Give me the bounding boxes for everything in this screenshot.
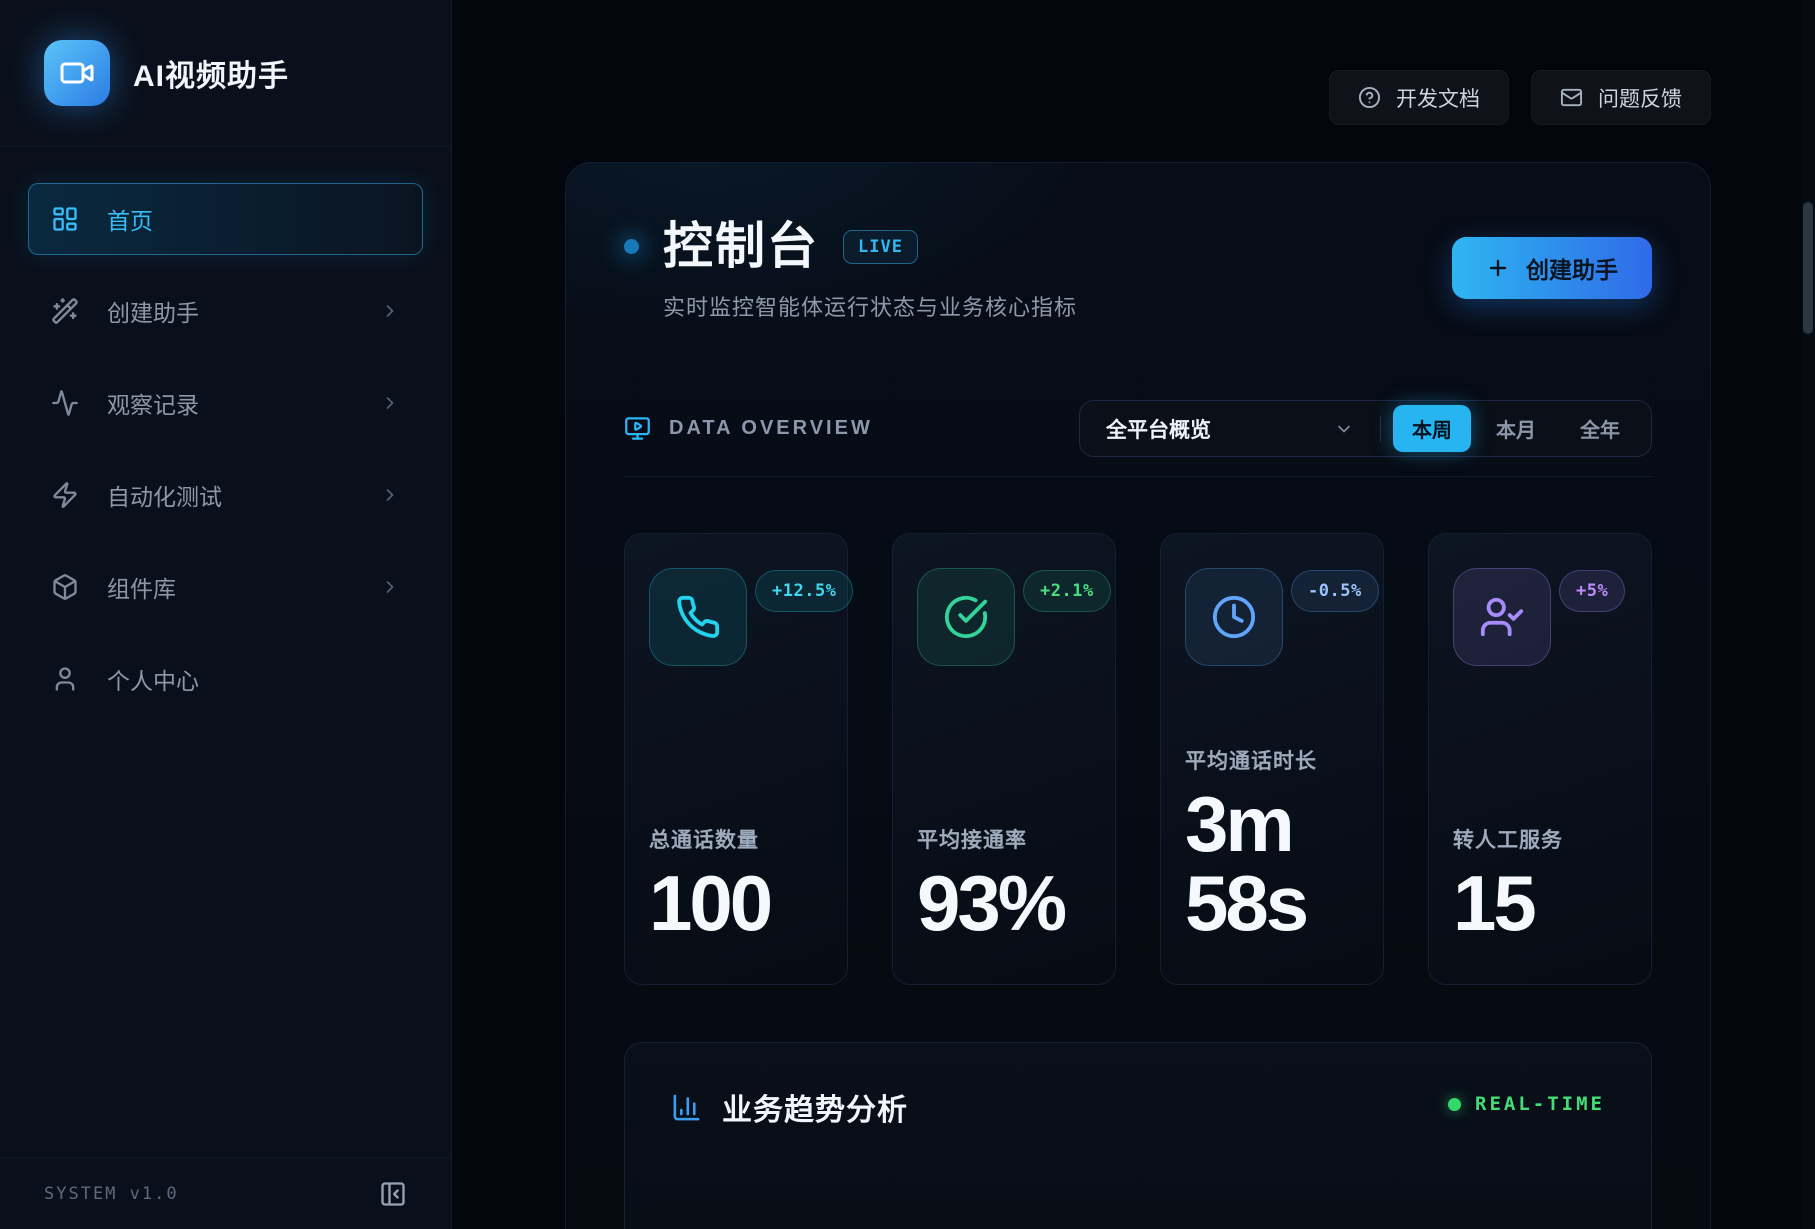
sidebar-item-create-assistant[interactable]: 创建助手: [28, 275, 423, 347]
stat-value: 93%: [917, 864, 1091, 944]
range-tabs: 本周 本月 全年: [1381, 405, 1651, 452]
monitor-play-icon: [624, 415, 651, 442]
topbar: 开发文档 问题反馈: [1329, 70, 1711, 125]
tab-this-week[interactable]: 本周: [1393, 405, 1471, 452]
sidebar-item-label: 首页: [107, 202, 153, 236]
clock-icon: [1185, 568, 1283, 666]
stat-label: 平均接通率: [917, 824, 1091, 854]
platform-filter-select[interactable]: 全平台概览: [1080, 414, 1380, 444]
user-check-icon: [1453, 568, 1551, 666]
chevron-right-icon: [380, 577, 400, 597]
sidebar-item-label: 组件库: [107, 570, 176, 604]
green-status-dot: [1448, 1098, 1461, 1111]
page-title: 控制台: [663, 219, 819, 274]
phone-icon: [649, 568, 747, 666]
sidebar-footer: SYSTEM v1.0: [0, 1157, 451, 1229]
plus-icon: [1486, 256, 1510, 280]
realtime-label: REAL-TIME: [1475, 1093, 1605, 1115]
stat-label: 转人工服务: [1453, 824, 1627, 854]
sidebar-nav: 首页 创建助手 观察记录 自动化测试: [0, 147, 451, 715]
sidebar: AI视频助手 首页 创建助手 观察记录: [0, 0, 452, 1229]
bar-chart-icon: [671, 1092, 702, 1123]
stat-value: 100: [649, 864, 823, 944]
tab-this-year[interactable]: 全年: [1561, 405, 1639, 452]
sidebar-item-label: 创建助手: [107, 294, 199, 328]
panel-collapse-icon: [379, 1180, 407, 1208]
trend-panel: 业务趋势分析 REAL-TIME: [624, 1042, 1652, 1229]
delta-badge: -0.5%: [1291, 570, 1379, 612]
console-header: 控制台 LIVE 实时监控智能体运行状态与业务核心指标 创建助手: [566, 163, 1710, 322]
stat-card-avg-duration: -0.5% 平均通话时长 3m58s: [1160, 533, 1384, 985]
tab-this-month[interactable]: 本月: [1477, 405, 1555, 452]
scrollbar-thumb[interactable]: [1803, 202, 1813, 334]
app-logo: [44, 40, 110, 106]
chevron-right-icon: [380, 485, 400, 505]
user-icon: [51, 665, 79, 693]
stat-label: 平均通话时长: [1185, 745, 1359, 775]
feedback-button[interactable]: 问题反馈: [1531, 70, 1711, 125]
delta-badge: +12.5%: [755, 570, 853, 612]
dev-docs-button[interactable]: 开发文档: [1329, 70, 1509, 125]
dev-docs-label: 开发文档: [1396, 83, 1480, 113]
app-title: AI视频助手: [133, 51, 289, 95]
sidebar-item-label: 个人中心: [107, 662, 199, 696]
wand-icon: [51, 297, 79, 325]
sidebar-item-personal-center[interactable]: 个人中心: [28, 643, 423, 715]
live-badge: LIVE: [843, 230, 918, 264]
check-circle-icon: [917, 568, 1015, 666]
sidebar-collapse-button[interactable]: [379, 1180, 407, 1208]
stat-card-total-calls: +12.5% 总通话数量 100: [624, 533, 848, 985]
dashboard-icon: [51, 205, 79, 233]
mail-icon: [1560, 86, 1583, 109]
stat-value: 15: [1453, 864, 1627, 944]
delta-badge: +2.1%: [1023, 570, 1111, 612]
stats-row: +12.5% 总通话数量 100 +2.1% 平均接通率 93% -0.5% 平…: [624, 533, 1652, 985]
realtime-status: REAL-TIME: [1448, 1093, 1605, 1115]
stat-card-human-transfer: +5% 转人工服务 15: [1428, 533, 1652, 985]
overview-controls: 全平台概览 本周 本月 全年: [1079, 400, 1652, 457]
data-overview-row: DATA OVERVIEW 全平台概览 本周 本月 全年: [624, 400, 1652, 457]
video-camera-icon: [59, 55, 95, 91]
stat-value: 3m58s: [1185, 785, 1359, 944]
sidebar-item-home[interactable]: 首页: [28, 183, 423, 255]
chevron-down-icon: [1334, 419, 1354, 439]
divider: [624, 476, 1652, 477]
page-subtitle: 实时监控智能体运行状态与业务核心指标: [663, 290, 1077, 322]
stat-value-line1: 3m: [1185, 780, 1292, 868]
console-panel: 控制台 LIVE 实时监控智能体运行状态与业务核心指标 创建助手 DATA OV…: [565, 162, 1711, 1229]
sidebar-item-observation-log[interactable]: 观察记录: [28, 367, 423, 439]
activity-icon: [51, 389, 79, 417]
stat-label: 总通话数量: [649, 824, 823, 854]
chevron-right-icon: [380, 301, 400, 321]
stat-value-line2: 58s: [1185, 859, 1306, 947]
cube-icon: [51, 573, 79, 601]
create-assistant-button[interactable]: 创建助手: [1452, 237, 1652, 299]
sidebar-item-label: 观察记录: [107, 386, 199, 420]
system-version: SYSTEM v1.0: [44, 1184, 179, 1204]
stat-card-answer-rate: +2.1% 平均接通率 93%: [892, 533, 1116, 985]
feedback-label: 问题反馈: [1598, 83, 1682, 113]
sidebar-item-automation-test[interactable]: 自动化测试: [28, 459, 423, 531]
scrollbar-track: [1802, 0, 1815, 1229]
chevron-right-icon: [380, 393, 400, 413]
trend-title: 业务趋势分析: [722, 1085, 908, 1129]
create-assistant-label: 创建助手: [1526, 251, 1618, 285]
help-circle-icon: [1358, 86, 1381, 109]
app-logo-row: AI视频助手: [0, 0, 451, 147]
sidebar-item-component-library[interactable]: 组件库: [28, 551, 423, 623]
section-label: DATA OVERVIEW: [669, 417, 873, 440]
zap-icon: [51, 481, 79, 509]
sidebar-item-label: 自动化测试: [107, 478, 222, 512]
platform-filter-value: 全平台概览: [1106, 414, 1211, 444]
status-dot: [624, 239, 639, 254]
delta-badge: +5%: [1559, 570, 1625, 612]
